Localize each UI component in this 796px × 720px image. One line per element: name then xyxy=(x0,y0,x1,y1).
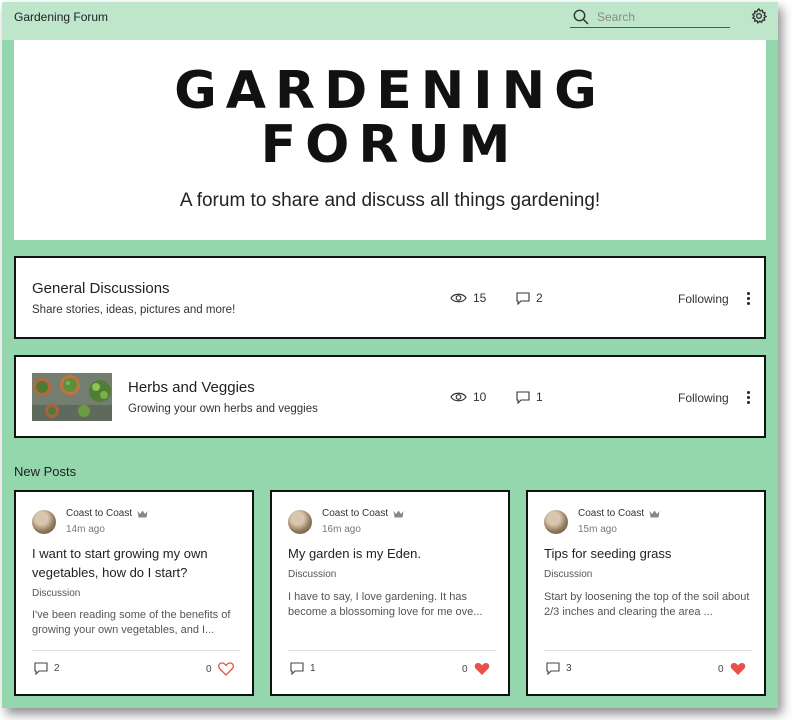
divider xyxy=(544,650,752,651)
posts-stat: 1 xyxy=(516,390,543,404)
post-card[interactable]: Coast to Coast 14m ago I want to start g… xyxy=(14,490,254,696)
post-time: 14m ago xyxy=(66,524,105,535)
views-count: 10 xyxy=(473,390,487,404)
comment-icon xyxy=(516,291,530,305)
posts-count: 2 xyxy=(536,291,543,305)
category-thumbnail-image xyxy=(32,373,112,421)
heart-outline-icon[interactable] xyxy=(217,662,234,676)
forum-window: Gardening Forum Search GARDENING FORUM A… xyxy=(2,2,778,708)
posts-stat: 2 xyxy=(516,291,543,305)
post-title[interactable]: I want to start growing my own vegetable… xyxy=(32,544,242,582)
eye-icon xyxy=(450,392,467,402)
following-button[interactable]: Following xyxy=(678,391,729,405)
category-title[interactable]: General Discussions xyxy=(32,280,170,297)
crown-icon xyxy=(393,510,404,517)
views-stat: 15 xyxy=(450,291,486,305)
following-button[interactable]: Following xyxy=(678,292,729,306)
search-icon xyxy=(573,9,589,25)
post-category[interactable]: Discussion xyxy=(32,588,80,599)
post-excerpt: I have to say, I love gardening. It has … xyxy=(288,591,483,618)
post-comments[interactable]: 3 xyxy=(546,662,572,675)
category-title[interactable]: Herbs and Veggies xyxy=(128,379,255,396)
post-excerpt: Start by loosening the top of the soil a… xyxy=(544,591,750,618)
comment-count: 3 xyxy=(566,663,572,674)
views-count: 15 xyxy=(473,291,487,305)
post-likes[interactable]: 0 xyxy=(718,662,746,676)
hero-title-line-1: GARDENING xyxy=(174,61,606,121)
search-box[interactable]: Search xyxy=(570,6,730,28)
post-author[interactable]: Coast to Coast xyxy=(322,508,404,519)
post-time: 15m ago xyxy=(578,524,617,535)
search-input[interactable]: Search xyxy=(597,10,635,24)
category-card-general-discussions[interactable]: General Discussions Share stories, ideas… xyxy=(14,256,766,339)
comment-icon xyxy=(546,662,560,675)
site-name-link[interactable]: Gardening Forum xyxy=(14,10,108,24)
divider xyxy=(288,650,496,651)
gear-icon[interactable] xyxy=(750,7,768,25)
post-title[interactable]: Tips for seeding grass xyxy=(544,544,754,563)
hero-banner: GARDENING FORUM A forum to share and dis… xyxy=(14,40,766,240)
hero-title-line-2: FORUM xyxy=(260,115,520,175)
post-card[interactable]: Coast to Coast 15m ago Tips for seeding … xyxy=(526,490,766,696)
comment-icon xyxy=(290,662,304,675)
top-bar: Gardening Forum Search xyxy=(2,2,778,40)
heart-filled-icon[interactable] xyxy=(474,662,490,676)
post-comments[interactable]: 2 xyxy=(34,662,60,675)
more-options-icon[interactable] xyxy=(745,292,751,308)
author-name[interactable]: Coast to Coast xyxy=(578,508,644,519)
post-card[interactable]: Coast to Coast 16m ago My garden is my E… xyxy=(270,490,510,696)
post-title[interactable]: My garden is my Eden. xyxy=(288,544,498,563)
hero-subtitle: A forum to share and discuss all things … xyxy=(179,190,601,211)
like-count: 0 xyxy=(206,663,212,675)
post-category[interactable]: Discussion xyxy=(544,569,592,580)
avatar[interactable] xyxy=(288,510,312,534)
more-options-icon[interactable] xyxy=(745,391,751,407)
author-name[interactable]: Coast to Coast xyxy=(322,508,388,519)
comment-count: 1 xyxy=(310,663,316,674)
post-comments[interactable]: 1 xyxy=(290,662,316,675)
comment-icon xyxy=(34,662,48,675)
divider xyxy=(32,650,240,651)
post-excerpt: I've been reading some of the benefits o… xyxy=(32,609,231,636)
eye-icon xyxy=(450,293,467,303)
avatar[interactable] xyxy=(32,510,56,534)
category-description: Share stories, ideas, pictures and more! xyxy=(32,304,236,316)
post-likes[interactable]: 0 xyxy=(206,662,234,676)
category-description: Growing your own herbs and veggies xyxy=(128,403,318,415)
crown-icon xyxy=(137,510,148,517)
post-time: 16m ago xyxy=(322,524,361,535)
author-name[interactable]: Coast to Coast xyxy=(66,508,132,519)
views-stat: 10 xyxy=(450,390,486,404)
avatar[interactable] xyxy=(544,510,568,534)
post-category[interactable]: Discussion xyxy=(288,569,336,580)
post-likes[interactable]: 0 xyxy=(462,662,490,676)
like-count: 0 xyxy=(718,663,724,675)
hero-title: GARDENING FORUM xyxy=(14,64,766,172)
comment-icon xyxy=(516,390,530,404)
heart-filled-icon[interactable] xyxy=(730,662,746,676)
posts-count: 1 xyxy=(536,390,543,404)
post-author[interactable]: Coast to Coast xyxy=(66,508,148,519)
category-card-herbs-and-veggies[interactable]: Herbs and Veggies Growing your own herbs… xyxy=(14,355,766,438)
new-posts-heading: New Posts xyxy=(14,464,77,479)
post-author[interactable]: Coast to Coast xyxy=(578,508,660,519)
crown-icon xyxy=(649,510,660,517)
like-count: 0 xyxy=(462,663,468,675)
comment-count: 2 xyxy=(54,663,60,674)
